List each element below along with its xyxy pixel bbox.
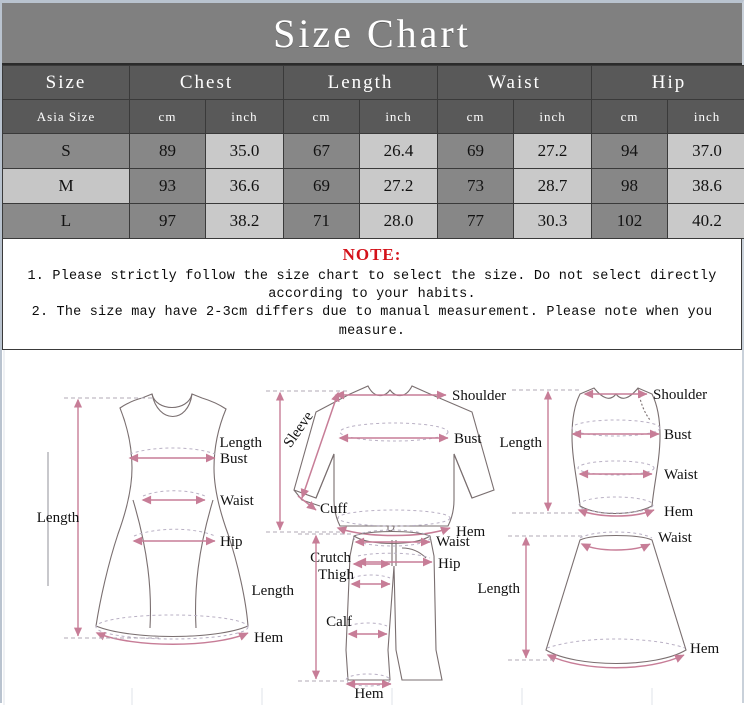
dress-label-hem: Hem <box>254 630 283 646</box>
skirt-label-hem: Hem <box>690 641 719 657</box>
pants-label-calf: Calf <box>326 614 352 630</box>
cell-length-inch: 26.4 <box>360 134 438 169</box>
header-asia-size: Asia Size <box>3 100 130 134</box>
cell-length-inch: 28.0 <box>360 204 438 239</box>
tank-label-waist: Waist <box>664 467 699 483</box>
note-line-1: 1. Please strictly follow the size chart… <box>9 268 735 286</box>
cell-chest-cm: 97 <box>130 204 206 239</box>
diagram-skirt: Waist Hem Length <box>478 530 720 668</box>
header-hip-cm: cm <box>592 100 668 134</box>
cell-size: S <box>3 134 130 169</box>
header-chest-inch: inch <box>206 100 284 134</box>
dress-label-bust: Bust <box>220 451 248 467</box>
measurement-diagrams: Bust Waist Hip Hem Length <box>2 350 742 705</box>
cell-length-inch: 27.2 <box>360 169 438 204</box>
size-chart-page: Size Chart Size Chest Length Waist Hip A… <box>0 0 744 703</box>
header-length-cm: cm <box>284 100 360 134</box>
dress-label-waist: Waist <box>220 493 255 509</box>
header-waist-inch: inch <box>514 100 592 134</box>
cell-chest-cm: 89 <box>130 134 206 169</box>
cell-length-cm: 71 <box>284 204 360 239</box>
page-title: Size Chart <box>273 10 471 57</box>
diagram-tank: Shoulder Bust Waist Hem Length <box>500 387 708 520</box>
note-line-2: according to your habits. <box>9 286 735 304</box>
cell-size: M <box>3 169 130 204</box>
cell-length-cm: 67 <box>284 134 360 169</box>
cell-chest-inch: 36.6 <box>206 169 284 204</box>
header-waist: Waist <box>438 66 592 100</box>
header-waist-cm: cm <box>438 100 514 134</box>
cell-waist-cm: 73 <box>438 169 514 204</box>
table-header-units: Asia Size cm inch cm inch cm inch cm inc… <box>3 100 744 134</box>
cell-waist-inch: 30.3 <box>514 204 592 239</box>
note-section: NOTE: 1. Please strictly follow the size… <box>2 239 742 350</box>
cell-chest-inch: 38.2 <box>206 204 284 239</box>
top-label-length: Length <box>220 435 263 451</box>
cell-hip-cm: 98 <box>592 169 668 204</box>
cell-hip-inch: 37.0 <box>668 134 744 169</box>
table-row: L 97 38.2 71 28.0 77 30.3 102 40.2 <box>3 204 744 239</box>
cell-waist-cm: 77 <box>438 204 514 239</box>
cell-hip-inch: 40.2 <box>668 204 744 239</box>
top-label-cuff: Cuff <box>320 501 347 517</box>
header-hip-inch: inch <box>668 100 744 134</box>
note-title: NOTE: <box>9 245 735 265</box>
pants-label-thigh: Thigh <box>318 567 354 583</box>
header-length: Length <box>284 66 438 100</box>
pants-label-length: Length <box>252 583 295 599</box>
pants-label-waist: Waist <box>436 534 471 550</box>
skirt-label-length: Length <box>478 581 521 597</box>
cell-hip-cm: 102 <box>592 204 668 239</box>
header-chest-cm: cm <box>130 100 206 134</box>
dress-label-length: Length <box>37 510 80 526</box>
cell-hip-inch: 38.6 <box>668 169 744 204</box>
top-label-shoulder: Shoulder <box>452 388 506 404</box>
cell-chest-cm: 93 <box>130 169 206 204</box>
cell-waist-cm: 69 <box>438 134 514 169</box>
faint-guides <box>4 350 652 705</box>
diagram-top: Shoulder Bust Hem Sleeve Cuff Length <box>220 386 507 540</box>
header-size: Size <box>3 66 130 100</box>
diagram-pants: Waist Hip Crutch Thigh Calf Hem <box>252 530 471 702</box>
tank-label-shoulder: Shoulder <box>653 387 707 403</box>
header-length-inch: inch <box>360 100 438 134</box>
pants-label-hem: Hem <box>354 686 383 702</box>
skirt-label-waist: Waist <box>658 530 693 546</box>
tank-label-length: Length <box>500 435 543 451</box>
table-row: S 89 35.0 67 26.4 69 27.2 94 37.0 <box>3 134 744 169</box>
note-line-3: 2. The size may have 2-3cm differs due t… <box>9 304 735 340</box>
cell-hip-cm: 94 <box>592 134 668 169</box>
dress-label-hip: Hip <box>220 534 243 550</box>
pants-label-hip: Hip <box>438 556 461 572</box>
cell-size: L <box>3 204 130 239</box>
header-hip: Hip <box>592 66 744 100</box>
cell-length-cm: 69 <box>284 169 360 204</box>
table-header-main: Size Chest Length Waist Hip <box>3 66 744 100</box>
title-bar: Size Chart <box>2 3 742 65</box>
diagram-dress: Bust Waist Hip Hem Length <box>37 394 284 646</box>
tank-label-hem: Hem <box>664 504 693 520</box>
cell-waist-inch: 28.7 <box>514 169 592 204</box>
top-label-bust: Bust <box>454 431 482 447</box>
table-row: M 93 36.6 69 27.2 73 28.7 98 38.6 <box>3 169 744 204</box>
cell-waist-inch: 27.2 <box>514 134 592 169</box>
tank-label-bust: Bust <box>664 427 692 443</box>
size-table: Size Chest Length Waist Hip Asia Size cm… <box>2 65 744 239</box>
header-chest: Chest <box>130 66 284 100</box>
cell-chest-inch: 35.0 <box>206 134 284 169</box>
